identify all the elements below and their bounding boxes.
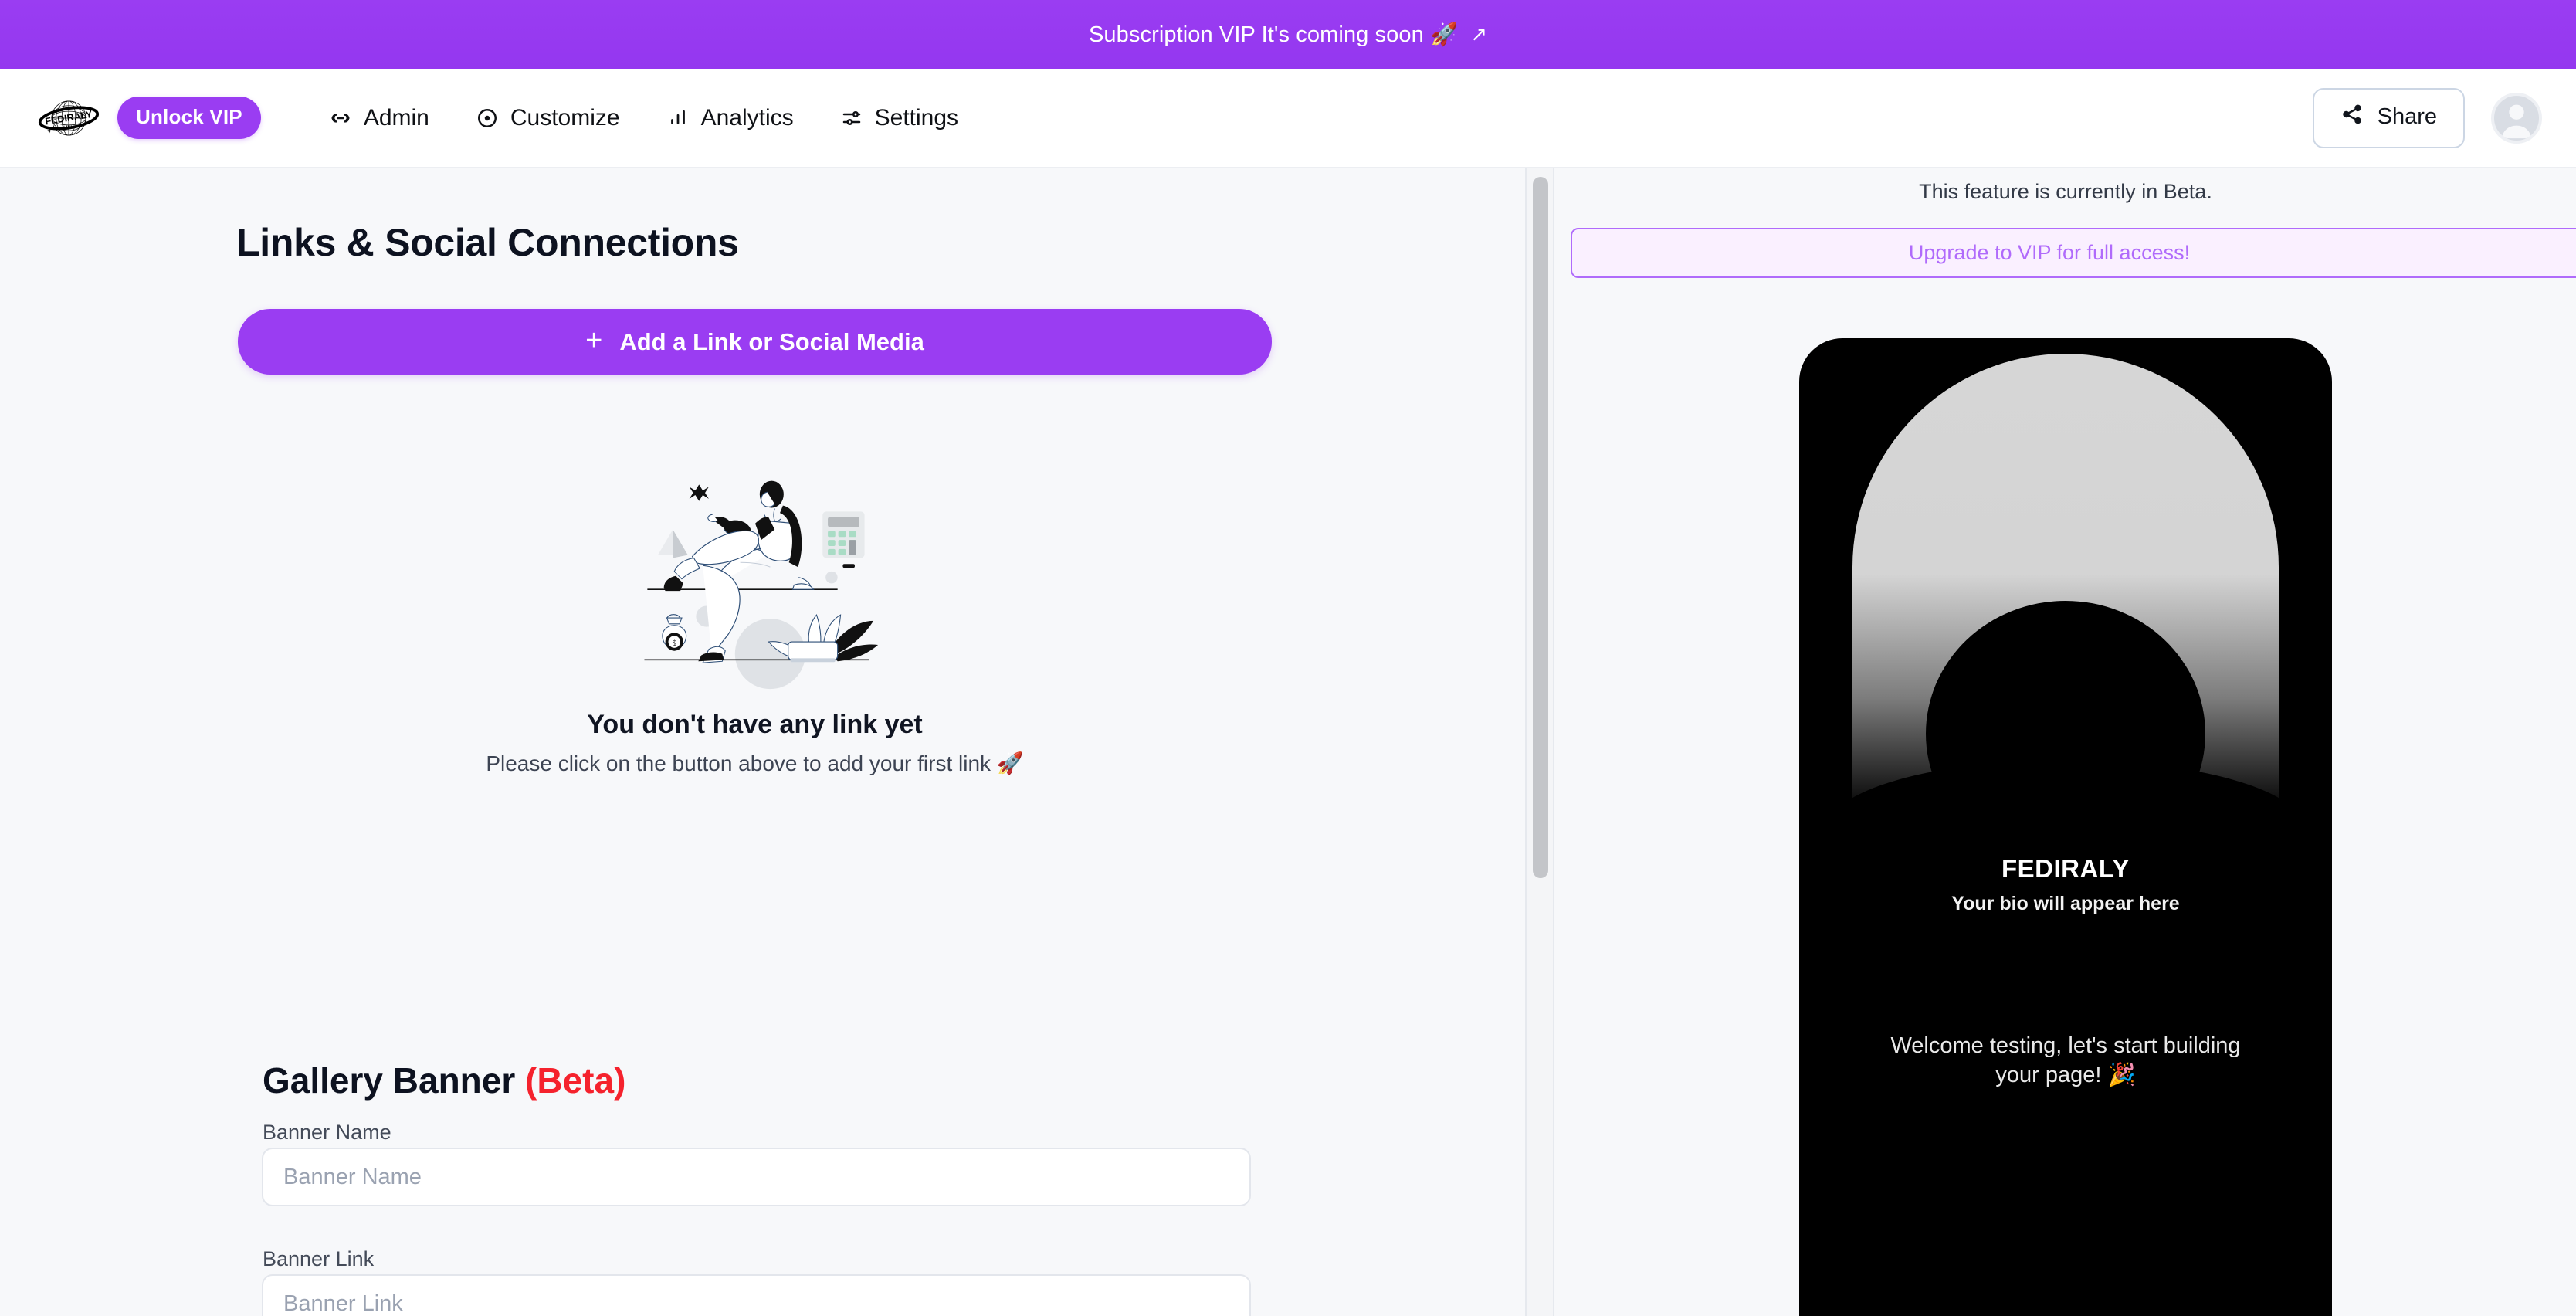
share-icon — [2340, 103, 2364, 132]
upgrade-to-vip-banner[interactable]: Upgrade to VIP for full access! — [1571, 228, 2576, 278]
banner-name-label: Banner Name — [263, 1121, 391, 1144]
editor-scrollbar-track[interactable] — [1526, 168, 1554, 1316]
user-avatar[interactable] — [2491, 92, 2542, 144]
nav-item-customize-label: Customize — [510, 104, 620, 131]
svg-text:$: $ — [672, 639, 676, 648]
main-nav: Admin Customize Analytics Settings — [329, 105, 958, 131]
banner-name-input[interactable] — [262, 1148, 1251, 1206]
share-button-label: Share — [2377, 104, 2437, 129]
nav-item-settings-label: Settings — [874, 104, 959, 131]
beta-badge: (Beta) — [525, 1060, 626, 1101]
nav-item-admin[interactable]: Admin — [329, 105, 429, 131]
gallery-banner-heading: Gallery Banner (Beta) — [263, 1060, 625, 1101]
banner-link-label: Banner Link — [263, 1247, 375, 1270]
phone-profile-avatar — [1926, 601, 2205, 867]
share-button[interactable]: Share — [2312, 87, 2465, 148]
promo-banner[interactable]: Subscription VIP It's coming soon 🚀 ↗ — [0, 0, 2576, 69]
empty-state: $ You don't have any link yet Please cli… — [238, 446, 1272, 776]
bar-chart-icon — [666, 107, 690, 130]
app-header: FEDIRALY LINK Unlock VIP Admin Customize… — [0, 69, 2576, 168]
header-right-actions: Share — [2312, 87, 2542, 148]
phone-profile-name: FEDIRALY — [2001, 854, 2130, 883]
body-area: Links & Social Connections + Add a Link … — [0, 168, 2576, 1316]
preview-panel: This feature is currently in Beta. Upgra… — [1555, 168, 2576, 1316]
upgrade-to-vip-label: Upgrade to VIP for full access! — [1908, 241, 2191, 264]
editor-panel: Links & Social Connections + Add a Link … — [0, 168, 1526, 1316]
nav-item-analytics[interactable]: Analytics — [666, 105, 794, 131]
beta-notice-text: This feature is currently in Beta. — [1919, 180, 2212, 203]
add-link-button[interactable]: + Add a Link or Social Media — [238, 309, 1272, 375]
phone-preview-frame: FEDIRALY Your bio will appear here Welco… — [1799, 338, 2332, 1316]
gallery-banner-heading-text: Gallery Banner — [263, 1060, 516, 1101]
phone-welcome-message: Welcome testing, let's start building yo… — [1890, 1033, 2241, 1088]
page-title: Links & Social Connections — [236, 221, 739, 264]
unlock-vip-button[interactable]: Unlock VIP — [117, 97, 261, 139]
empty-state-title: You don't have any link yet — [587, 710, 923, 739]
external-link-arrow-icon: ↗ — [1470, 22, 1488, 46]
brand-zone: FEDIRALY LINK Unlock VIP — [37, 94, 261, 142]
sliders-icon — [840, 107, 863, 130]
empty-state-illustration: $ — [628, 446, 883, 693]
nav-item-admin-label: Admin — [363, 104, 429, 131]
empty-state-subtitle: Please click on the button above to add … — [486, 751, 1024, 775]
nav-item-settings[interactable]: Settings — [840, 105, 958, 131]
circle-dot-icon — [476, 107, 499, 130]
fediraly-logo-icon[interactable]: FEDIRALY LINK — [37, 94, 100, 142]
plus-icon: + — [585, 324, 603, 357]
banner-link-input[interactable] — [262, 1274, 1251, 1316]
link-icon — [329, 107, 352, 130]
add-link-button-label: Add a Link or Social Media — [619, 327, 924, 355]
editor-scrollbar-thumb[interactable] — [1533, 177, 1548, 878]
promo-banner-text: Subscription VIP It's coming soon 🚀 — [1088, 22, 1459, 47]
nav-item-analytics-label: Analytics — [700, 104, 794, 131]
nav-item-customize[interactable]: Customize — [476, 105, 620, 131]
svg-text:LINK: LINK — [63, 125, 74, 130]
phone-profile-bio: Your bio will appear here — [1951, 893, 2180, 914]
